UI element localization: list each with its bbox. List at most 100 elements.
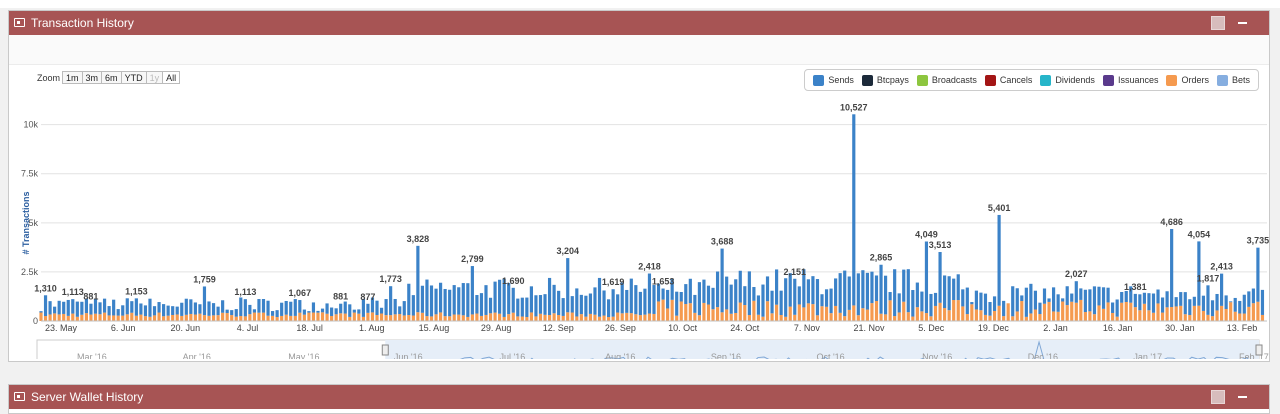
bar-orders [1065,305,1069,321]
bar-sends [320,308,325,313]
bar-orders [634,314,638,321]
x-tick-label: 20. Jun [171,323,201,333]
bar-sends [666,289,670,309]
bar-sends [334,308,338,315]
bar-orders [470,314,474,321]
bar-orders [743,305,747,321]
bar-orders [756,314,761,321]
bar-orders [725,309,729,321]
bar-orders [929,316,933,321]
bar-orders [1233,311,1237,321]
bar-sends [352,309,356,313]
data-label: 881 [333,292,348,302]
bar-sends [1188,299,1192,315]
bar-orders [847,309,851,321]
bar-sends [788,273,792,307]
bar-sends [538,295,543,314]
bar-orders [970,304,974,321]
data-label: 1,113 [62,287,84,297]
bar-orders [1124,301,1128,321]
bar-sends [747,271,751,316]
fullscreen-button[interactable] [1211,16,1225,30]
bar-sends [1210,300,1215,317]
navigator-right-handle[interactable] [1255,344,1263,356]
bar-orders [1111,312,1115,321]
bar-orders [1015,311,1019,321]
bar-orders [893,316,897,321]
x-tick-label: 30. Jan [1165,323,1195,333]
bar-sends [1047,298,1051,302]
bar-orders [811,304,815,321]
navigator-left-handle[interactable] [381,344,389,356]
bar-sends [516,298,520,317]
bar-sends [961,289,965,307]
bar-orders [793,314,797,321]
bar-orders [130,312,134,321]
bar-sends [529,286,533,313]
bar-orders [53,313,57,321]
bar-sends [979,292,983,311]
bar-orders [62,313,66,321]
bar-sends [793,278,797,315]
bar-orders [75,316,79,321]
bar-orders [1101,308,1106,321]
bar-sends [80,301,84,315]
bar-orders [629,313,633,321]
bar-orders [175,314,179,321]
minus-icon[interactable] [1238,396,1247,398]
top-strip [0,0,1280,8]
bar-orders [1142,303,1146,321]
bar-orders [93,313,98,321]
bar-orders [184,314,188,321]
bar-sends [852,114,856,306]
bar-orders [1006,303,1010,321]
server-wallet-history-panel: Server Wallet History [8,384,1270,414]
bar-orders [84,313,88,321]
data-label: 3,735 [1247,236,1270,246]
bar-orders [983,314,988,321]
bar-sends [343,301,347,314]
bar-orders [688,303,692,321]
bar-orders [1224,308,1228,321]
bar-orders [1042,303,1047,321]
bar-orders [784,316,788,321]
bar-sends [438,282,443,313]
bar-orders [361,316,365,321]
bar-sends [266,300,270,316]
bar-orders [1220,305,1224,321]
bar-sends [475,295,479,314]
bar-orders [252,312,257,321]
bar-orders [647,313,652,321]
bar-sends [861,270,865,309]
bar-orders [234,316,238,321]
bar-orders [1047,301,1051,321]
panel-toolbar [9,35,1269,65]
bar-sends [1165,291,1169,308]
bar-sends [416,245,420,313]
minus-icon[interactable] [1238,22,1247,24]
bar-orders [684,304,688,321]
bar-orders [348,316,352,321]
panel-header: Server Wallet History [9,385,1269,409]
bar-orders [148,316,152,321]
bar-sends [1256,247,1260,302]
fullscreen-button[interactable] [1211,390,1225,404]
bar-orders [352,312,356,321]
data-label: 1,381 [1124,282,1147,292]
bar-orders [997,305,1001,321]
bar-orders [915,307,919,321]
bar-orders [475,313,479,321]
transaction-history-panel: Transaction History Zoom 1m 3m 6m YTD 1y… [8,10,1270,362]
bar-orders [902,301,906,321]
bar-sends [870,271,874,304]
navigator-label: May '16 [288,352,319,359]
bar-sends [706,285,711,305]
bar-sends [275,310,279,318]
bar-sends [983,293,988,315]
bar-orders [747,315,751,321]
bar-orders [588,313,593,321]
bar-sends [547,277,552,315]
chart-icon [14,392,25,401]
bar-sends [784,278,788,317]
bar-sends [974,290,978,310]
